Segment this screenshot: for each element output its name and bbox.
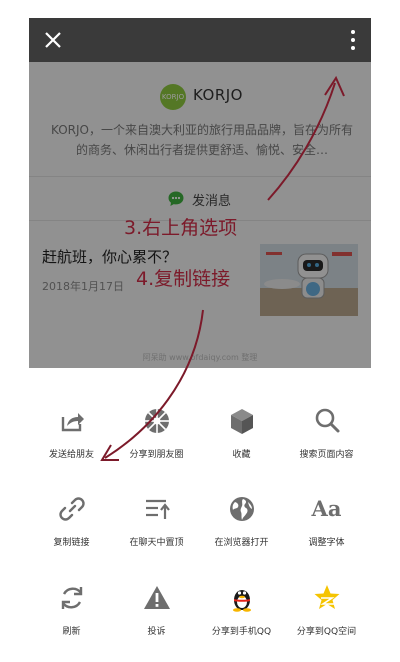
qq-icon [232,590,251,612]
share-label: 搜索页面内容 [299,450,354,460]
top-bar [29,18,371,62]
share-label: 在聊天中置顶 [129,538,184,548]
share-label: 分享到QQ空间 [296,627,357,637]
pin-to-top-icon [145,499,170,519]
share-to-friend-icon [61,413,84,432]
share-sheet: 发送给朋友 分享到朋友圈 收藏 搜索页面内容 复制链接 在聊天中置顶 在浏览器打… [29,368,371,658]
font-size-icon: Aa [311,496,342,521]
share-label: 刷新 [62,627,81,637]
qzone-icon [314,585,339,609]
share-to-friend-button[interactable]: 发送给朋友 [29,405,114,460]
annotation-step3: 3.右上角选项 [124,217,238,239]
share-label: 收藏 [232,450,251,460]
pin-to-top-button[interactable]: 在聊天中置顶 [114,493,199,548]
favorite-cube-icon [230,409,253,434]
share-label: 调整字体 [308,538,345,548]
share-label: 复制链接 [53,538,90,548]
copy-link-button[interactable]: 复制链接 [29,493,114,548]
moments-icon [144,409,169,433]
refresh-button[interactable]: 刷新 [29,582,114,637]
share-label: 分享到朋友圈 [129,450,184,460]
share-label: 在浏览器打开 [214,538,269,548]
open-in-browser-button[interactable]: 在浏览器打开 [199,493,284,548]
close-icon[interactable] [39,26,67,54]
more-vertical-icon[interactable] [347,28,359,52]
share-label: 分享到手机QQ [211,627,272,637]
favorite-button[interactable]: 收藏 [199,405,284,460]
refresh-icon [61,587,82,609]
font-size-button[interactable]: Aa 调整字体 [284,493,369,548]
annotation-step4: 4.复制链接 [136,268,231,290]
share-to-moments-button[interactable]: 分享到朋友圈 [114,405,199,460]
share-label: 发送给朋友 [48,450,94,460]
link-icon [58,497,85,521]
warning-icon [143,586,170,609]
share-to-qzone-button[interactable]: 分享到QQ空间 [284,582,369,637]
report-button[interactable]: 投诉 [114,582,199,637]
share-to-qq-button[interactable]: 分享到手机QQ [199,582,284,637]
phone-screen: KORJO KORJO KORJO，一个来自澳大利亚的旅行用品品牌，旨在为所有的… [29,18,371,658]
search-icon [315,408,339,433]
share-label: 投诉 [147,627,166,637]
globe-icon [229,497,254,521]
search-page-button[interactable]: 搜索页面内容 [284,405,369,460]
